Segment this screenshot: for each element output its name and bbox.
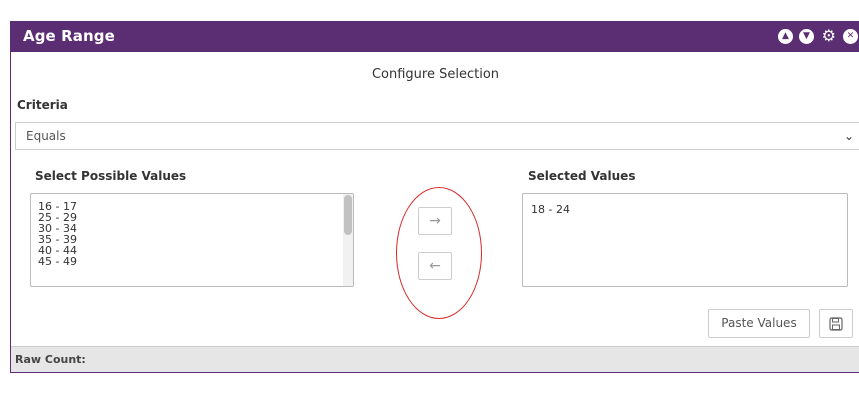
- criteria-select[interactable]: Equals ⌄: [15, 122, 859, 150]
- configure-selection-heading: Configure Selection: [371, 67, 500, 82]
- possible-values-listbox[interactable]: 16 - 17 25 - 29 30 - 34 35 - 39 40 - 44 45 - …: [30, 193, 354, 287]
- panel-title: Age Range: [23, 27, 115, 45]
- footer-bar: Raw Count:: [11, 346, 859, 372]
- age-range-panel: Age Range ▲ ▼ ⚙ ✕ Configure Selection Cr…: [10, 21, 859, 373]
- possible-values-scrollbar[interactable]: [343, 194, 353, 286]
- title-bar: Age Range ▲ ▼ ⚙ ✕: [11, 22, 859, 52]
- raw-count-label: Raw Count:: [15, 353, 86, 366]
- paste-values-button[interactable]: Paste Values: [708, 309, 810, 338]
- possible-values-list: 16 - 17 25 - 29 30 - 34 35 - 39 40 - 44 45 - …: [38, 201, 77, 267]
- selected-values-label: Selected Values: [528, 169, 636, 183]
- possible-values-label: Select Possible Values: [35, 169, 187, 183]
- gear-icon[interactable]: ⚙: [822, 27, 836, 45]
- annotation-circle: [396, 187, 482, 319]
- scrollbar-thumb[interactable]: [344, 195, 352, 235]
- chevron-down-icon: ⌄: [843, 129, 854, 143]
- close-icon[interactable]: ✕: [843, 29, 858, 44]
- selected-values-list: 18 - 24: [531, 204, 570, 215]
- criteria-label: Criteria: [17, 98, 68, 112]
- selected-values-listbox[interactable]: 18 - 24: [522, 193, 848, 287]
- criteria-selected-value: Equals: [26, 129, 66, 143]
- chevron-up-icon[interactable]: ▲: [778, 29, 793, 44]
- possible-value-option[interactable]: 45 - 49: [38, 256, 77, 267]
- save-button[interactable]: [819, 309, 853, 338]
- save-icon: [829, 317, 843, 331]
- chevron-down-icon[interactable]: ▼: [799, 29, 814, 44]
- selected-value-option[interactable]: 18 - 24: [531, 204, 570, 215]
